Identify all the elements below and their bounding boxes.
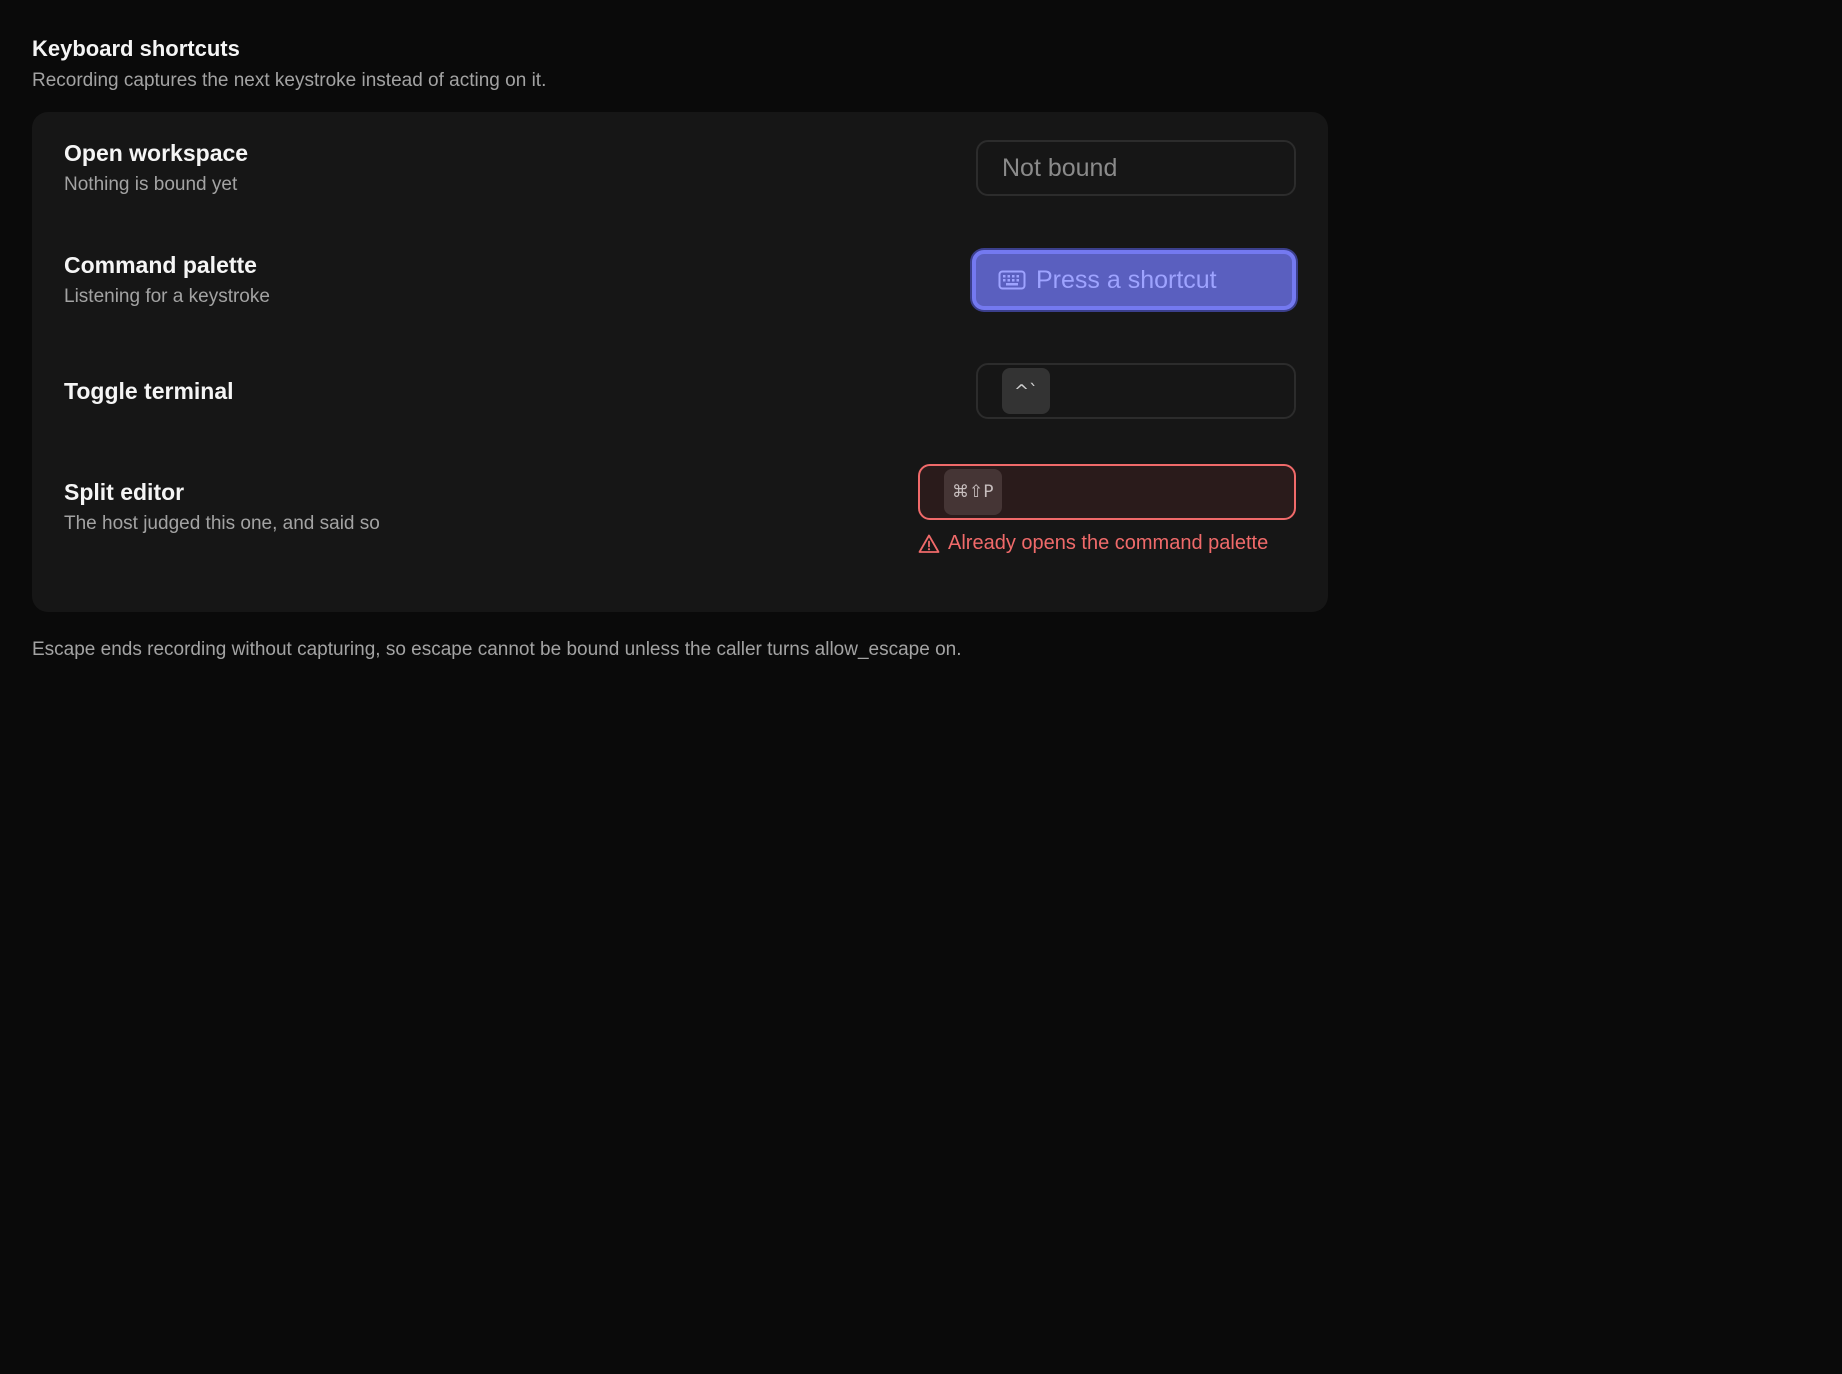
shortcut-label: Command palette Listening for a keystrok… <box>64 249 270 311</box>
key-chip: ^` <box>1002 368 1050 414</box>
shortcut-name: Command palette <box>64 252 257 278</box>
shortcut-recorder-command-palette[interactable]: Press a shortcut <box>972 250 1296 310</box>
shortcut-name: Toggle terminal <box>64 378 234 404</box>
shortcut-label: Open workspace Nothing is bound yet <box>64 137 248 199</box>
section-title: Keyboard shortcuts <box>32 36 240 61</box>
footnote: Escape ends recording without capturing,… <box>32 639 962 660</box>
shortcut-label: Split editor The host judged this one, a… <box>64 464 380 538</box>
shortcut-name: Open workspace <box>64 140 249 166</box>
shortcuts-card: Open workspace Nothing is bound yet Not … <box>32 112 1328 612</box>
shortcut-placeholder: Not bound <box>1002 153 1118 182</box>
section-subtitle: Recording captures the next keystroke in… <box>32 70 547 91</box>
shortcut-recorder-toggle-terminal[interactable]: ^` <box>976 363 1296 419</box>
conflict-error: Already opens the command palette <box>918 532 1268 555</box>
shortcut-description: Nothing is bound yet <box>64 174 238 195</box>
key-chip: ⌘⇧P <box>944 469 1002 515</box>
shortcut-recorder-open-workspace[interactable]: Not bound <box>976 140 1296 196</box>
shortcut-row-command-palette: Command palette Listening for a keystrok… <box>64 224 1296 336</box>
keyboard-icon <box>998 270 1026 290</box>
settings-page: Keyboard shortcuts Recording captures th… <box>0 0 1842 1374</box>
shortcut-row-open-workspace: Open workspace Nothing is bound yet Not … <box>64 112 1296 224</box>
warning-icon <box>918 533 940 555</box>
shortcut-recorder-split-editor[interactable]: ⌘⇧P <box>918 464 1296 520</box>
recording-prompt: Press a shortcut <box>1036 265 1217 294</box>
shortcut-label: Toggle terminal <box>64 375 234 407</box>
shortcut-description: The host judged this one, and said so <box>64 513 380 534</box>
shortcut-description: Listening for a keystroke <box>64 286 270 307</box>
shortcut-field-group: ⌘⇧P Already opens the command palette <box>918 464 1296 555</box>
shortcut-row-split-editor: Split editor The host judged this one, a… <box>64 446 1296 612</box>
shortcut-name: Split editor <box>64 479 185 505</box>
shortcut-row-toggle-terminal: Toggle terminal ^` <box>64 336 1296 446</box>
conflict-error-text: Already opens the command palette <box>948 532 1269 554</box>
